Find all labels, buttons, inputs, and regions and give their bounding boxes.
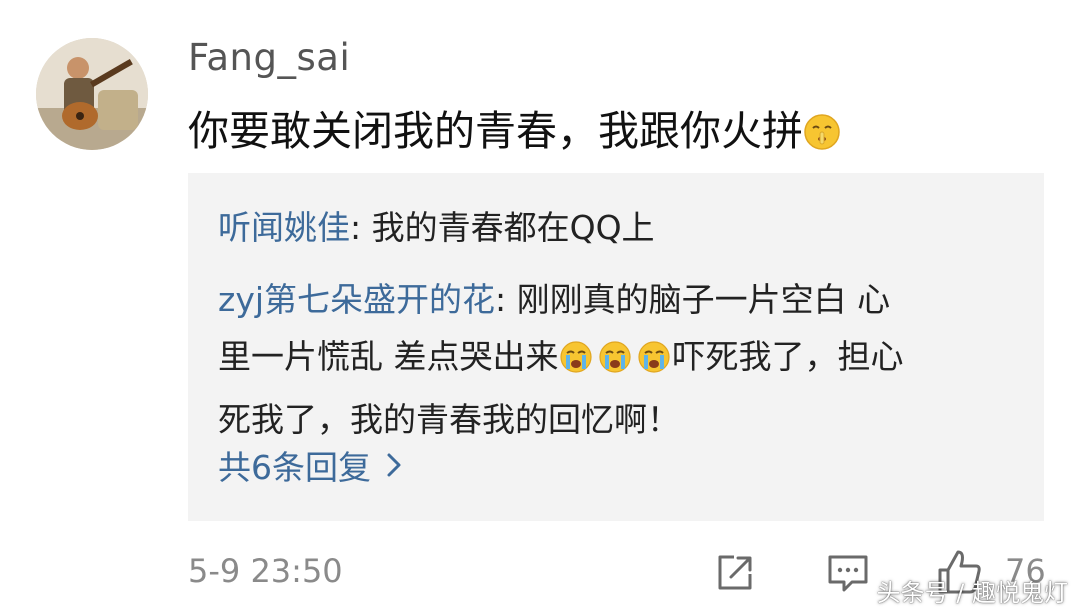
share-icon[interactable] xyxy=(714,552,756,598)
avatar-image xyxy=(36,38,148,150)
avatar[interactable] xyxy=(36,38,148,150)
timestamp: 5-9 23:50 xyxy=(188,552,343,590)
reply-item: zyj第七朵盛开的花: 刚刚真的脑子一片空白 心 里一片慌乱 差点哭出来 吓死我… xyxy=(218,271,904,448)
reply-text: 死我了，我的青春我的回忆啊！ xyxy=(218,400,680,439)
reply-separator: : xyxy=(350,208,372,247)
comment-text: 你要敢关闭我的青春，我跟你火拼 xyxy=(188,97,841,161)
more-replies-label: 共6条回复 xyxy=(218,448,371,487)
chevron-right-icon xyxy=(387,453,401,477)
shush-face-emoji-icon xyxy=(803,113,841,161)
reply-text: 刚刚真的脑子一片空白 心 xyxy=(516,280,891,319)
view-all-replies-link[interactable]: 共6条回复 xyxy=(218,441,403,489)
reply-line: 死我了，我的青春我的回忆啊！ xyxy=(218,391,904,448)
reply-author[interactable]: 听闻姚佳 xyxy=(218,208,350,247)
reply-item: 听闻姚佳: 我的青春都在QQ上 xyxy=(218,199,655,256)
reply-author[interactable]: zyj第七朵盛开的花 xyxy=(218,280,495,319)
reply-box: 听闻姚佳: 我的青春都在QQ上 zyj第七朵盛开的花: 刚刚真的脑子一片空白 心… xyxy=(188,173,1044,521)
reply-text: 我的青春都在QQ上 xyxy=(371,208,655,247)
reply-text: 吓死我了，担心 xyxy=(672,337,904,376)
comment-body: 你要敢关闭我的青春，我跟你火拼 xyxy=(188,107,803,155)
watermark: 头条号 / 趣悦鬼灯 xyxy=(876,579,1068,607)
reply-line: zyj第七朵盛开的花: 刚刚真的脑子一片空白 心 xyxy=(218,271,904,328)
reply-separator: : xyxy=(495,280,517,319)
crying-face-icon xyxy=(559,334,673,391)
username[interactable]: Fang_sai xyxy=(188,36,350,79)
comment-icon[interactable] xyxy=(826,552,870,598)
reply-text: 里一片慌乱 差点哭出来 xyxy=(218,337,559,376)
reply-line: 里一片慌乱 差点哭出来 吓死我了，担心 xyxy=(218,328,904,391)
